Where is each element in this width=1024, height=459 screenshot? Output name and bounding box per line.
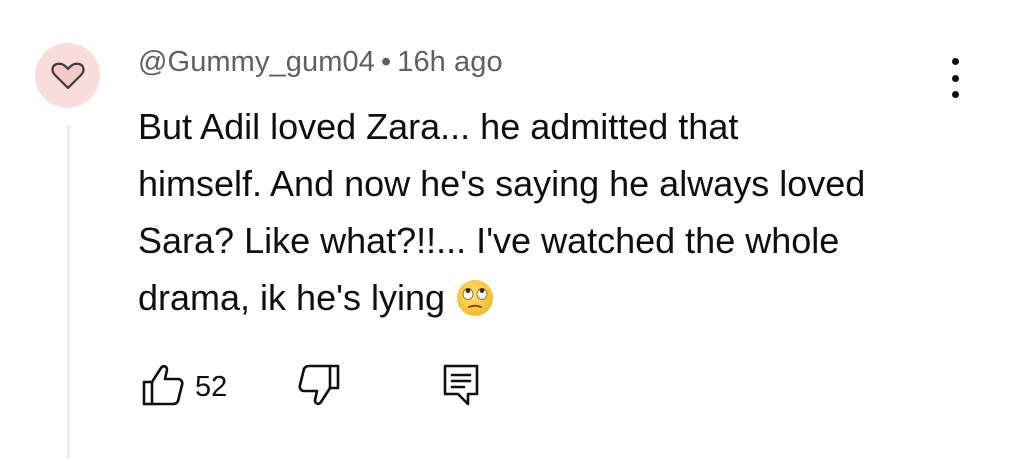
comment-line: But Adil loved Zara... he admitted that [138, 106, 739, 147]
thumbs-down-icon [298, 364, 340, 406]
reply-button[interactable] [440, 362, 484, 408]
more-options-button[interactable] [940, 58, 970, 98]
author-name[interactable]: @Gummy_gum04 [138, 46, 375, 78]
more-vert-icon-dot [951, 74, 959, 82]
comment-text: But Adil loved Zara... he admitted that … [138, 98, 958, 326]
comment-line: himself. And now he's saying he always l… [138, 163, 866, 204]
comment-line-last: drama, ik he's lying [138, 269, 958, 326]
thumbs-up-icon [142, 364, 184, 406]
more-vert-icon [951, 58, 959, 65]
comment-line: Sara? Like what?!!... I've watched the w… [138, 220, 840, 261]
heart-icon [50, 62, 85, 89]
comment-line-text: drama, ik he's lying [138, 277, 446, 318]
reply-comment-icon [443, 364, 479, 406]
avatar[interactable] [35, 43, 100, 108]
like-count: 52 [195, 371, 228, 403]
comment-actions: 52 [0, 362, 1024, 412]
more-vert-icon-dot [951, 91, 959, 98]
meta-separator: • [380, 46, 392, 78]
comment-header: @Gummy_gum04 • 16h ago [138, 46, 503, 79]
like-button[interactable] [140, 362, 186, 408]
dislike-button[interactable] [296, 362, 342, 408]
rolling-eyes-emoji-icon [457, 280, 494, 316]
comment-time[interactable]: 16h ago [397, 46, 503, 78]
